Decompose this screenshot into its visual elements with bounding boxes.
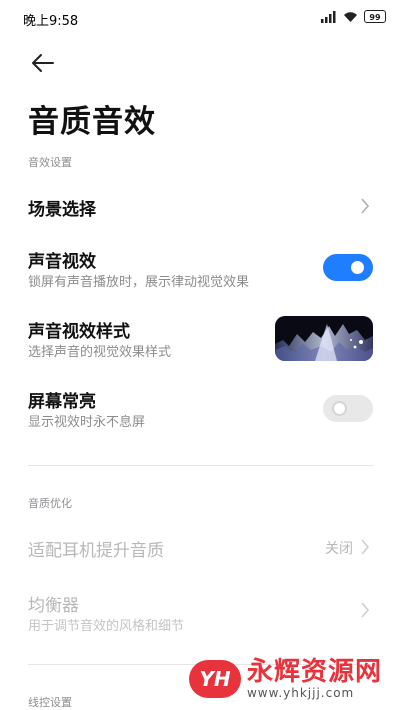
- signal-icon: [321, 10, 336, 23]
- always-on-description: 显示视效时永不息屏: [28, 415, 146, 430]
- status-bar: 晚上9:58 99: [0, 0, 400, 36]
- status-time: 晚上9:58: [23, 14, 79, 29]
- toggle-knob: [351, 261, 364, 274]
- watermark-name: 永辉资源网: [246, 657, 382, 687]
- visual-effect-description: 锁屏有声音播放时，展示律动视觉效果: [28, 275, 250, 290]
- always-on-toggle[interactable]: [323, 395, 373, 422]
- back-arrow-icon[interactable]: [29, 50, 59, 76]
- section-header-quality: 音质优化: [28, 497, 72, 510]
- watermark-logo: YH: [188, 660, 241, 698]
- waveform-preview-image: [275, 324, 373, 361]
- chevron-right-icon: [361, 539, 370, 555]
- equalizer-description: 用于调节音效的风格和细节: [28, 619, 185, 634]
- equalizer-label: 均衡器: [28, 596, 79, 616]
- always-on-label: 屏幕常亮: [28, 392, 96, 412]
- headphone-quality-label: 适配耳机提升音质: [28, 541, 164, 561]
- equalizer-row[interactable]: 均衡器 用于调节音效的风格和细节: [0, 588, 400, 640]
- status-icons: 99: [321, 10, 386, 23]
- battery-icon: 99: [364, 10, 386, 23]
- section-header-effects: 音效设置: [28, 156, 72, 169]
- visual-effect-toggle[interactable]: [323, 254, 373, 281]
- section-header-remote: 线控设置: [28, 696, 72, 709]
- page-title: 音质音效: [28, 104, 156, 140]
- watermark-url: www.yhkjjj.com: [246, 686, 355, 700]
- visual-style-row[interactable]: 声音视效样式 选择声音的视觉效果样式: [0, 314, 400, 366]
- visual-style-description: 选择声音的视觉效果样式: [28, 345, 172, 360]
- always-on-row[interactable]: 屏幕常亮 显示视效时永不息屏: [0, 384, 400, 436]
- chevron-right-icon: [361, 602, 370, 618]
- visual-style-label: 声音视效样式: [28, 322, 130, 342]
- section-divider: [28, 465, 373, 466]
- wifi-icon: [344, 11, 357, 22]
- visual-effect-row[interactable]: 声音视效 锁屏有声音播放时，展示律动视觉效果: [0, 244, 400, 296]
- toggle-knob: [332, 401, 347, 416]
- scene-select-row[interactable]: 场景选择: [0, 185, 400, 227]
- watermark: YH 永辉资源网 www.yhkjjj.com: [188, 657, 382, 700]
- visual-style-preview[interactable]: [275, 316, 373, 361]
- scene-select-label: 场景选择: [28, 200, 96, 220]
- headphone-quality-row[interactable]: 适配耳机提升音质 关闭: [0, 526, 400, 568]
- visual-effect-label: 声音视效: [28, 252, 96, 272]
- headphone-quality-value: 关闭: [325, 541, 353, 557]
- chevron-right-icon: [361, 198, 370, 214]
